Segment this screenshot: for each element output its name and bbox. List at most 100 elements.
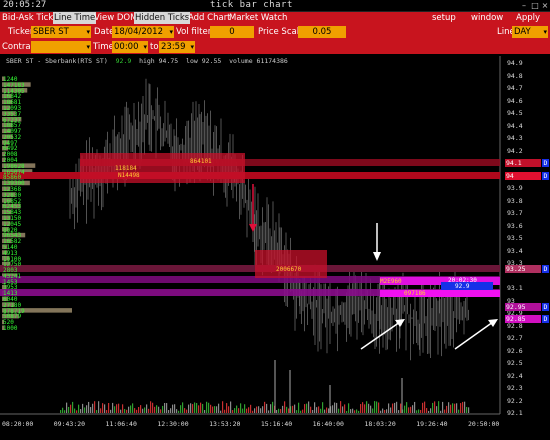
- volume-bar: [188, 404, 190, 413]
- volume-bar: [388, 403, 390, 413]
- level-marker-button[interactable]: D: [542, 159, 549, 167]
- volume-bar: [452, 403, 454, 413]
- volume-bar: [168, 410, 170, 413]
- minimize-icon[interactable]: –: [519, 1, 529, 10]
- volume-bar: [204, 410, 206, 413]
- volume-bar: [140, 405, 142, 413]
- volume-bar: [100, 408, 102, 413]
- level-marker-button[interactable]: D: [542, 315, 549, 324]
- volume-bar: [154, 406, 156, 413]
- volume-bar: [276, 409, 278, 413]
- volume-bar: [392, 403, 394, 413]
- tick-chart[interactable]: [0, 54, 550, 440]
- vol-filter-input[interactable]: 0: [210, 26, 254, 38]
- price-tick: 92.1: [507, 409, 523, 417]
- ticker-select[interactable]: SBER ST: [31, 26, 91, 38]
- volume-bar: [268, 410, 270, 413]
- volume-bar: [70, 404, 72, 413]
- price-tick: 92.6: [507, 346, 523, 355]
- level-marker-button[interactable]: D: [542, 302, 549, 311]
- time-tick: 08:20:00: [2, 420, 34, 428]
- volume-bar: [62, 407, 64, 413]
- volume-bar: [272, 401, 274, 413]
- time-tick: 09:43:20: [53, 420, 86, 428]
- zone-label: N14498: [118, 172, 140, 179]
- volume-bar: [440, 410, 442, 413]
- volume-bar: [384, 409, 386, 413]
- menu-market-watch[interactable]: Market Watch: [228, 12, 288, 24]
- volume-bar: [128, 406, 130, 413]
- volume-bar: [238, 408, 240, 413]
- volume-bar: [220, 410, 222, 413]
- price-tick: 93.4: [507, 246, 523, 255]
- price-series: [69, 78, 469, 361]
- menu-bid-ask-tick[interactable]: Bid-Ask Tick: [1, 12, 54, 24]
- price-tick: 93.8: [507, 196, 523, 205]
- volume-bar: [164, 402, 166, 413]
- price-tick: 94.2: [507, 146, 523, 155]
- maximize-icon[interactable]: □: [530, 1, 540, 10]
- volume-bar: [254, 408, 256, 413]
- menu-line-time[interactable]: Line Time: [53, 12, 97, 24]
- volume-bar: [434, 401, 436, 413]
- volume-bar: [146, 404, 148, 413]
- date-picker[interactable]: 18/04/2012: [112, 26, 174, 38]
- volume-bar: [60, 410, 62, 413]
- volume-bar: [316, 407, 318, 413]
- volume-bar: [138, 407, 140, 413]
- volume-bar: [228, 406, 230, 413]
- high-value: 94.75: [158, 57, 179, 65]
- close-icon[interactable]: ×: [540, 1, 550, 10]
- level-price-label: 92.85: [505, 315, 541, 324]
- menu-hidden-ticks[interactable]: Hidden Ticks: [134, 12, 191, 24]
- volume-bar: [346, 410, 348, 413]
- time-tick: 15:16:40: [260, 420, 293, 428]
- volume-bar: [222, 401, 224, 413]
- volume-bar: [218, 403, 220, 413]
- time-to-select[interactable]: 23:59: [159, 41, 195, 53]
- zone-high: [80, 153, 245, 183]
- volume-bar: [336, 402, 338, 413]
- volume-bar: [324, 409, 326, 413]
- price-scale-input[interactable]: 0.05: [298, 26, 346, 38]
- contract-select[interactable]: [31, 41, 91, 53]
- menu-apply[interactable]: Apply: [515, 12, 541, 24]
- zone-label: 92.9: [455, 283, 470, 290]
- volume-bar: [116, 404, 118, 413]
- price-tick: 92.2: [507, 396, 523, 405]
- volume-bar: [292, 405, 294, 413]
- menu-add-chart[interactable]: Add Chart: [187, 12, 232, 24]
- time-tick: 11:06:40: [105, 420, 137, 428]
- level-price-label: 93.25: [505, 265, 541, 274]
- level-marker-button[interactable]: D: [542, 265, 549, 274]
- price-tick: 93.7: [507, 209, 523, 217]
- last-price: 92.9: [115, 57, 132, 65]
- price-tick: 92.3: [507, 384, 523, 392]
- volume-bar: [118, 403, 120, 413]
- menu-view-dom[interactable]: View DOM: [93, 12, 138, 24]
- line-select[interactable]: DAY: [512, 26, 548, 38]
- volume-bar: [340, 401, 342, 413]
- volume-bar: [448, 402, 450, 413]
- menu-setup[interactable]: setup: [431, 12, 457, 24]
- volume-bar: [184, 408, 186, 413]
- volume-bar: [456, 403, 458, 413]
- volume-bar: [270, 404, 272, 413]
- volume-bar: [370, 405, 372, 413]
- volume-bar: [192, 404, 194, 413]
- volume-bar: [362, 402, 364, 413]
- price-tick: 94.8: [507, 71, 523, 80]
- volume-bar: [424, 401, 426, 413]
- volume-bar: [344, 404, 346, 413]
- time-from-select[interactable]: 00:00: [112, 41, 148, 53]
- volume-bar: [302, 409, 304, 413]
- volume-bar: [332, 405, 334, 413]
- volume-bar: [172, 404, 174, 413]
- level-price-label: 92.95: [505, 302, 541, 311]
- menu-window[interactable]: window: [470, 12, 504, 24]
- volume-bars: [60, 360, 470, 413]
- level-marker-button[interactable]: D: [542, 171, 549, 180]
- volume-bar: [158, 406, 160, 413]
- window-title: tick bar chart: [210, 0, 293, 10]
- price-tick: 94.4: [507, 121, 523, 130]
